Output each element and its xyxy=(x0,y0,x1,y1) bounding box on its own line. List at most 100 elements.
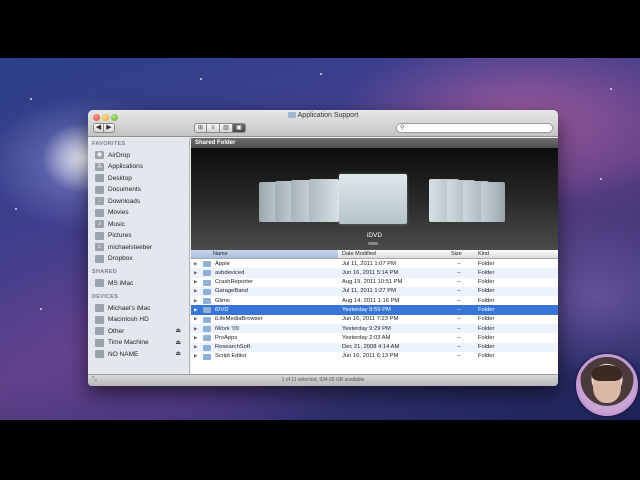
column-view-button[interactable]: ▥ xyxy=(220,123,233,133)
disclosure-triangle-icon[interactable]: ▶ xyxy=(194,353,197,359)
row-name: avbdeviced xyxy=(215,269,245,276)
coverflow-selected-folder-icon[interactable] xyxy=(339,174,407,224)
sidebar-item-pictures[interactable]: Pictures xyxy=(95,231,131,241)
folder-icon xyxy=(287,112,296,119)
desktop-icon xyxy=(95,174,104,182)
coverflow-view[interactable]: iDVD xyxy=(191,148,558,250)
finder-window: Application Support ◀ ▶ ⊞ ≡ ▥ ▣ ⚲ FAVORI… xyxy=(88,110,558,386)
shared-folder-header: Shared Folder xyxy=(191,138,558,148)
row-kind: Folder xyxy=(478,260,495,267)
sidebar-item-label: Movies xyxy=(108,209,129,216)
coverflow-folder-icon[interactable] xyxy=(481,182,505,222)
disclosure-triangle-icon[interactable]: ▶ xyxy=(194,261,197,267)
sidebar-item-documents[interactable]: Documents xyxy=(95,185,141,195)
music-icon: ♪ xyxy=(95,220,104,228)
name-column-header[interactable]: Name xyxy=(191,250,338,258)
sidebar-item-home[interactable]: ⌂ michaelsteeber xyxy=(95,242,152,252)
sidebar-item-time-machine[interactable]: Time Machine xyxy=(95,338,149,348)
row-date: Aug 14, 2011 1:16 PM xyxy=(342,297,400,304)
drive-icon xyxy=(95,338,104,347)
coverflow-scroller[interactable] xyxy=(368,242,378,245)
eject-icon[interactable]: ⏏ xyxy=(175,350,181,357)
sidebar-item-desktop[interactable]: Desktop xyxy=(95,173,132,183)
size-column-header[interactable]: Size xyxy=(451,251,462,257)
favorites-heading: FAVORITES xyxy=(92,141,126,147)
table-row[interactable]: ▶ iLifeMediaBrowser Jun 16, 2011 7:23 PM --… xyxy=(191,315,558,324)
sidebar-item-macintosh-hd[interactable]: Macintosh HD xyxy=(95,315,149,325)
sidebar-item-other[interactable]: Other xyxy=(95,326,124,336)
sidebar-item-label: Macintosh HD xyxy=(108,316,149,323)
table-row[interactable]: ▶ ProApps Yesterday 2:03 AM -- Folder xyxy=(191,333,558,342)
dropbox-icon xyxy=(95,254,104,263)
disclosure-triangle-icon[interactable]: ▶ xyxy=(194,335,197,341)
folder-icon xyxy=(203,279,211,286)
sidebar-item-downloads[interactable]: ↓ Downloads xyxy=(95,196,140,206)
row-date: Jun 16, 2011 5:14 PM xyxy=(342,269,399,276)
disclosure-triangle-icon[interactable]: ▶ xyxy=(194,298,197,304)
eject-icon[interactable]: ⏏ xyxy=(175,339,181,346)
sidebar-item-music[interactable]: ♪ Music xyxy=(95,219,125,229)
sidebar-resize-icon[interactable]: ⤡ xyxy=(92,375,97,386)
folder-icon xyxy=(203,307,211,314)
sidebar-item-dropbox[interactable]: Dropbox xyxy=(95,254,133,264)
title-bar[interactable]: Application Support ◀ ▶ ⊞ ≡ ▥ ▣ ⚲ xyxy=(88,110,558,137)
table-row-selected[interactable]: ▶ iDVD Yesterday 8:59 PM -- Folder xyxy=(191,305,558,315)
kind-column-header[interactable]: Kind xyxy=(478,251,489,257)
disclosure-triangle-icon[interactable]: ▶ xyxy=(194,326,197,332)
row-name: iDVD xyxy=(215,306,229,313)
list-view-button[interactable]: ≡ xyxy=(207,123,220,133)
row-size: -- xyxy=(457,353,461,360)
folder-icon xyxy=(203,270,211,277)
table-row[interactable]: ▶ GarageBand Jul 11, 2011 1:27 PM -- Folder xyxy=(191,286,558,297)
table-row[interactable]: ▶ Apple Jul 11, 2011 1:07 PM -- Folder xyxy=(191,259,558,268)
sidebar-item-label: NO NAME xyxy=(108,350,139,358)
disclosure-triangle-icon[interactable]: ▶ xyxy=(194,288,197,294)
forward-button[interactable]: ▶ xyxy=(104,123,115,133)
table-row[interactable]: ▶ CrashReporter Aug 19, 2011 10:51 PM -- Fol… xyxy=(191,278,558,287)
disclosure-triangle-icon[interactable]: ▶ xyxy=(194,316,197,322)
row-date: Jul 11, 2011 1:27 PM xyxy=(342,288,396,295)
sidebar-item-ms-imac[interactable]: MS iMac xyxy=(95,278,133,288)
finder-content: Shared Folder iDVD Name Date Modified Si… xyxy=(191,138,558,374)
row-kind: Folder xyxy=(478,288,495,295)
date-column-header[interactable]: Date Modified xyxy=(342,251,376,257)
computer-icon xyxy=(95,279,104,287)
row-size: -- xyxy=(457,325,461,332)
folder-icon xyxy=(203,316,211,323)
row-date: Yesterday 2:03 AM xyxy=(342,334,391,341)
back-button[interactable]: ◀ xyxy=(93,123,104,133)
row-size: -- xyxy=(457,279,461,286)
row-kind: Folder xyxy=(478,306,495,313)
search-field[interactable]: ⚲ xyxy=(396,123,553,133)
table-row[interactable]: ▶ Glims Aug 14, 2011 1:16 PM -- Folder xyxy=(191,296,558,305)
row-kind: Folder xyxy=(478,316,495,323)
applications-icon: A xyxy=(95,162,104,171)
row-name: CrashReporter xyxy=(215,279,254,286)
sidebar-item-label: Applications xyxy=(108,163,144,170)
row-name: ResearchSoft xyxy=(215,344,251,351)
table-row[interactable]: ▶ Script Editor Jun 16, 2011 6:13 PM -- Fold… xyxy=(191,352,558,361)
folder-icon xyxy=(203,353,211,360)
row-size: -- xyxy=(457,260,461,267)
movies-icon xyxy=(95,208,104,217)
sidebar-item-movies[interactable]: Movies xyxy=(95,208,129,218)
sidebar-item-airdrop[interactable]: ◉ AirDrop xyxy=(95,150,130,160)
coverflow-view-button[interactable]: ▣ xyxy=(233,123,246,133)
icon-view-button[interactable]: ⊞ xyxy=(194,123,207,133)
sidebar-item-applications[interactable]: A Applications xyxy=(95,162,143,172)
coverflow-folder-icon[interactable] xyxy=(309,179,339,222)
folder-icon xyxy=(203,298,211,305)
eject-icon[interactable]: ⏏ xyxy=(175,327,181,334)
disclosure-triangle-icon[interactable]: ▶ xyxy=(194,270,197,276)
table-row[interactable]: ▶ ResearchSoft Dec 21, 2008 4:14 AM -- Folde… xyxy=(191,342,558,352)
disclosure-triangle-icon[interactable]: ▶ xyxy=(194,279,197,285)
table-row[interactable]: ▶ iWork '09 Yesterday 9:29 PM -- Folder xyxy=(191,324,558,334)
sidebar-item-no-name[interactable]: NO NAME xyxy=(95,349,138,359)
row-kind: Folder xyxy=(478,344,495,351)
disclosure-triangle-icon[interactable]: ▶ xyxy=(194,307,197,313)
folder-icon xyxy=(203,335,211,342)
sidebar-item-michaels-imac[interactable]: Michael's iMac xyxy=(95,303,150,313)
disclosure-triangle-icon[interactable]: ▶ xyxy=(194,344,197,350)
row-date: Yesterday 8:59 PM xyxy=(342,306,391,313)
table-row[interactable]: ▶ avbdeviced Jun 16, 2011 5:14 PM -- Folder xyxy=(191,268,558,278)
